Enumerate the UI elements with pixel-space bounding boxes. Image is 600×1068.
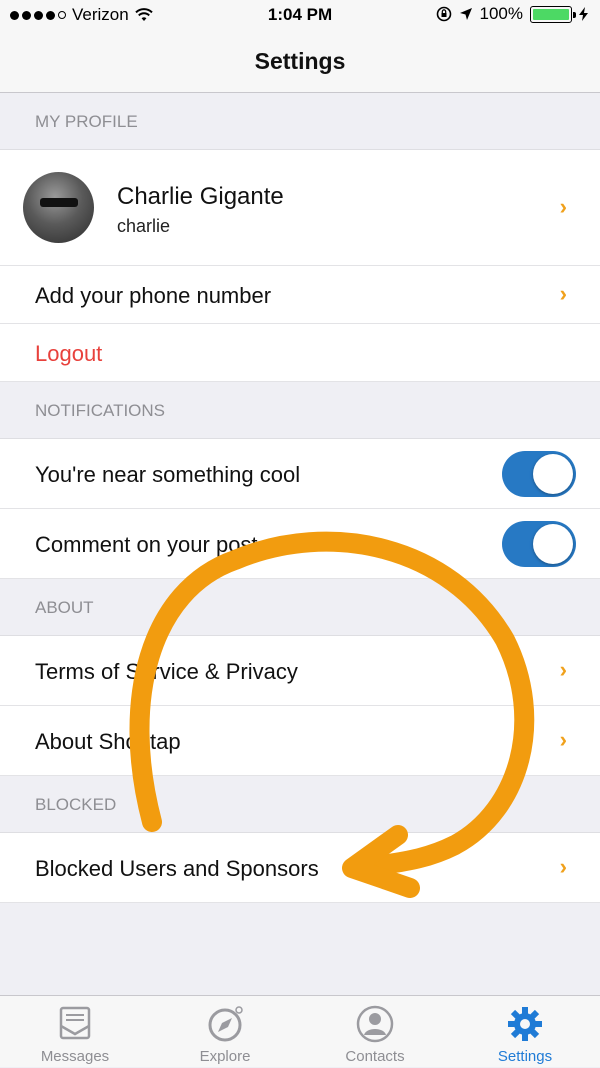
tab-messages-label: Messages [40,1048,110,1065]
battery-icon [530,5,576,23]
near-cool-label: You're near something cool [35,462,301,487]
chevron-right-icon: › [559,194,567,219]
status-right-group: 100% [436,4,588,24]
tab-contacts-label: Contacts [345,1048,405,1065]
chevron-right-icon: › [559,727,567,752]
battery-percent: 100% [479,4,523,23]
tab-explore-label: Explore [199,1048,251,1065]
logout-label: Logout [35,341,103,366]
section-header-about: ABOUT [0,579,600,636]
compass-icon [208,1006,243,1042]
blocked-users-label: Blocked Users and Sponsors [35,856,319,881]
profile-name: Charlie Gigante [117,183,284,210]
section-header-label: BLOCKED [35,795,117,814]
tab-bar: Messages Explore Contacts Settings [0,995,600,1067]
add-phone-cell[interactable]: Add your phone number › [0,266,600,324]
messages-icon [59,1006,91,1040]
tab-messages[interactable]: Messages [0,996,150,1068]
near-cool-toggle[interactable] [502,451,576,497]
section-header-notifications: NOTIFICATIONS [0,382,600,439]
terms-cell[interactable]: Terms of Service & Privacy › [0,636,600,706]
section-header-my-profile: MY PROFILE [0,93,600,150]
avatar [23,172,94,243]
comment-post-cell: Comment on your post [0,509,600,579]
section-header-label: ABOUT [35,598,94,617]
terms-label: Terms of Service & Privacy [35,659,298,684]
charging-bolt-icon [579,7,588,21]
location-arrow-icon [459,8,472,20]
navigation-bar: Settings [0,30,600,93]
add-phone-label: Add your phone number [35,283,272,308]
tab-settings[interactable]: Settings [450,996,600,1068]
tab-explore[interactable]: Explore [150,996,300,1068]
chevron-right-icon: › [559,657,567,682]
orientation-lock-icon [436,6,451,22]
section-header-label: MY PROFILE [35,112,138,131]
about-app-cell[interactable]: About Shoutap › [0,706,600,776]
status-bar: Verizon 1:04 PM 100% [0,0,600,30]
near-cool-cell: You're near something cool [0,439,600,509]
chevron-right-icon: › [559,854,567,879]
comment-post-label: Comment on your post [35,532,258,557]
section-header-blocked: BLOCKED [0,776,600,833]
tab-contacts[interactable]: Contacts [300,996,450,1068]
blocked-users-cell[interactable]: Blocked Users and Sponsors › [0,833,600,903]
chevron-right-icon: › [559,281,567,306]
tab-settings-label: Settings [497,1048,553,1065]
comment-post-toggle[interactable] [502,521,576,567]
gear-icon [508,1007,542,1041]
page-title: Settings [254,48,346,74]
profile-cell[interactable]: Charlie Gigante charlie › [0,150,600,266]
logout-cell[interactable]: Logout [0,324,600,382]
contacts-icon [356,1005,394,1043]
section-header-label: NOTIFICATIONS [35,401,166,420]
about-app-label: About Shoutap [35,729,181,754]
profile-username: charlie [117,216,171,236]
